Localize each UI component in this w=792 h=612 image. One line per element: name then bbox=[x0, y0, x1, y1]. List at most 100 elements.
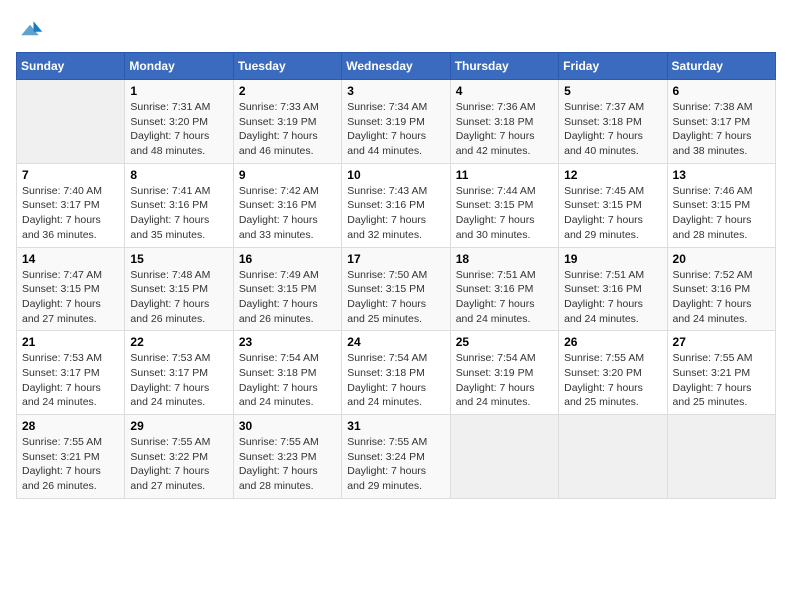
day-cell: 17 Sunrise: 7:50 AM Sunset: 3:15 PM Dayli… bbox=[342, 247, 450, 331]
day-number: 28 bbox=[22, 419, 119, 433]
day-detail: Sunrise: 7:55 AM Sunset: 3:21 PM Dayligh… bbox=[22, 435, 119, 494]
column-header-wednesday: Wednesday bbox=[342, 53, 450, 80]
day-number: 18 bbox=[456, 252, 553, 266]
day-cell: 1Sunrise: 7:31 AM Sunset: 3:20 PM Daylig… bbox=[125, 80, 233, 164]
day-detail: Sunrise: 7:55 AM Sunset: 3:20 PM Dayligh… bbox=[564, 351, 661, 410]
day-cell: 8 Sunrise: 7:41 AM Sunset: 3:16 PM Daylig… bbox=[125, 163, 233, 247]
day-cell: 12 Sunrise: 7:45 AM Sunset: 3:15 PM Dayli… bbox=[559, 163, 667, 247]
day-cell: 14 Sunrise: 7:47 AM Sunset: 3:15 PM Dayli… bbox=[17, 247, 125, 331]
day-number: 24 bbox=[347, 335, 444, 349]
day-detail: Sunrise: 7:51 AM Sunset: 3:16 PM Dayligh… bbox=[564, 268, 661, 327]
day-cell: 22 Sunrise: 7:53 AM Sunset: 3:17 PM Dayli… bbox=[125, 331, 233, 415]
day-cell: 7Sunrise: 7:40 AM Sunset: 3:17 PM Daylig… bbox=[17, 163, 125, 247]
day-number: 12 bbox=[564, 168, 661, 182]
day-cell bbox=[17, 80, 125, 164]
day-detail: Sunrise: 7:41 AM Sunset: 3:16 PM Dayligh… bbox=[130, 184, 227, 243]
day-number: 29 bbox=[130, 419, 227, 433]
day-detail: Sunrise: 7:55 AM Sunset: 3:21 PM Dayligh… bbox=[673, 351, 770, 410]
day-number: 2 bbox=[239, 84, 336, 98]
day-cell: 25 Sunrise: 7:54 AM Sunset: 3:19 PM Dayli… bbox=[450, 331, 558, 415]
day-cell: 9 Sunrise: 7:42 AM Sunset: 3:16 PM Daylig… bbox=[233, 163, 341, 247]
day-number: 11 bbox=[456, 168, 553, 182]
day-cell bbox=[559, 415, 667, 499]
day-detail: Sunrise: 7:55 AM Sunset: 3:24 PM Dayligh… bbox=[347, 435, 444, 494]
day-detail: Sunrise: 7:48 AM Sunset: 3:15 PM Dayligh… bbox=[130, 268, 227, 327]
day-detail: Sunrise: 7:45 AM Sunset: 3:15 PM Dayligh… bbox=[564, 184, 661, 243]
day-number: 10 bbox=[347, 168, 444, 182]
day-detail: Sunrise: 7:50 AM Sunset: 3:15 PM Dayligh… bbox=[347, 268, 444, 327]
day-detail: Sunrise: 7:55 AM Sunset: 3:23 PM Dayligh… bbox=[239, 435, 336, 494]
day-cell: 10 Sunrise: 7:43 AM Sunset: 3:16 PM Dayli… bbox=[342, 163, 450, 247]
day-detail: Sunrise: 7:42 AM Sunset: 3:16 PM Dayligh… bbox=[239, 184, 336, 243]
day-cell bbox=[450, 415, 558, 499]
day-cell: 11 Sunrise: 7:44 AM Sunset: 3:15 PM Dayli… bbox=[450, 163, 558, 247]
day-detail: Sunrise: 7:36 AM Sunset: 3:18 PM Dayligh… bbox=[456, 100, 553, 159]
logo-icon bbox=[16, 16, 44, 44]
day-detail: Sunrise: 7:38 AM Sunset: 3:17 PM Dayligh… bbox=[673, 100, 770, 159]
day-cell: 27 Sunrise: 7:55 AM Sunset: 3:21 PM Dayli… bbox=[667, 331, 775, 415]
day-cell: 31 Sunrise: 7:55 AM Sunset: 3:24 PM Dayli… bbox=[342, 415, 450, 499]
day-number: 9 bbox=[239, 168, 336, 182]
day-cell: 4 Sunrise: 7:36 AM Sunset: 3:18 PM Daylig… bbox=[450, 80, 558, 164]
day-detail: Sunrise: 7:43 AM Sunset: 3:16 PM Dayligh… bbox=[347, 184, 444, 243]
day-cell: 18 Sunrise: 7:51 AM Sunset: 3:16 PM Dayli… bbox=[450, 247, 558, 331]
day-number: 22 bbox=[130, 335, 227, 349]
day-number: 6 bbox=[673, 84, 770, 98]
day-cell: 3Sunrise: 7:34 AM Sunset: 3:19 PM Daylig… bbox=[342, 80, 450, 164]
day-detail: Sunrise: 7:37 AM Sunset: 3:18 PM Dayligh… bbox=[564, 100, 661, 159]
day-detail: Sunrise: 7:54 AM Sunset: 3:18 PM Dayligh… bbox=[347, 351, 444, 410]
day-detail: Sunrise: 7:53 AM Sunset: 3:17 PM Dayligh… bbox=[130, 351, 227, 410]
page-header bbox=[16, 16, 776, 44]
day-cell: 26 Sunrise: 7:55 AM Sunset: 3:20 PM Dayli… bbox=[559, 331, 667, 415]
day-number: 25 bbox=[456, 335, 553, 349]
column-header-saturday: Saturday bbox=[667, 53, 775, 80]
day-cell: 19 Sunrise: 7:51 AM Sunset: 3:16 PM Dayli… bbox=[559, 247, 667, 331]
column-header-sunday: Sunday bbox=[17, 53, 125, 80]
day-detail: Sunrise: 7:55 AM Sunset: 3:22 PM Dayligh… bbox=[130, 435, 227, 494]
week-row-5: 28 Sunrise: 7:55 AM Sunset: 3:21 PM Dayli… bbox=[17, 415, 776, 499]
day-detail: Sunrise: 7:52 AM Sunset: 3:16 PM Dayligh… bbox=[673, 268, 770, 327]
header-row: SundayMondayTuesdayWednesdayThursdayFrid… bbox=[17, 53, 776, 80]
day-number: 4 bbox=[456, 84, 553, 98]
day-detail: Sunrise: 7:51 AM Sunset: 3:16 PM Dayligh… bbox=[456, 268, 553, 327]
day-number: 21 bbox=[22, 335, 119, 349]
day-detail: Sunrise: 7:33 AM Sunset: 3:19 PM Dayligh… bbox=[239, 100, 336, 159]
day-detail: Sunrise: 7:47 AM Sunset: 3:15 PM Dayligh… bbox=[22, 268, 119, 327]
week-row-3: 14 Sunrise: 7:47 AM Sunset: 3:15 PM Dayli… bbox=[17, 247, 776, 331]
day-number: 5 bbox=[564, 84, 661, 98]
day-cell: 20 Sunrise: 7:52 AM Sunset: 3:16 PM Dayli… bbox=[667, 247, 775, 331]
day-number: 8 bbox=[130, 168, 227, 182]
column-header-thursday: Thursday bbox=[450, 53, 558, 80]
day-number: 23 bbox=[239, 335, 336, 349]
day-cell: 30Sunrise: 7:55 AM Sunset: 3:23 PM Dayli… bbox=[233, 415, 341, 499]
day-detail: Sunrise: 7:34 AM Sunset: 3:19 PM Dayligh… bbox=[347, 100, 444, 159]
column-header-friday: Friday bbox=[559, 53, 667, 80]
week-row-2: 7Sunrise: 7:40 AM Sunset: 3:17 PM Daylig… bbox=[17, 163, 776, 247]
calendar-table: SundayMondayTuesdayWednesdayThursdayFrid… bbox=[16, 52, 776, 499]
day-cell: 15Sunrise: 7:48 AM Sunset: 3:15 PM Dayli… bbox=[125, 247, 233, 331]
day-cell bbox=[667, 415, 775, 499]
day-detail: Sunrise: 7:53 AM Sunset: 3:17 PM Dayligh… bbox=[22, 351, 119, 410]
day-detail: Sunrise: 7:49 AM Sunset: 3:15 PM Dayligh… bbox=[239, 268, 336, 327]
logo bbox=[16, 16, 48, 44]
week-row-4: 21 Sunrise: 7:53 AM Sunset: 3:17 PM Dayli… bbox=[17, 331, 776, 415]
day-number: 19 bbox=[564, 252, 661, 266]
day-cell: 5 Sunrise: 7:37 AM Sunset: 3:18 PM Daylig… bbox=[559, 80, 667, 164]
day-number: 13 bbox=[673, 168, 770, 182]
day-number: 31 bbox=[347, 419, 444, 433]
day-detail: Sunrise: 7:40 AM Sunset: 3:17 PM Dayligh… bbox=[22, 184, 119, 243]
day-number: 27 bbox=[673, 335, 770, 349]
day-cell: 21 Sunrise: 7:53 AM Sunset: 3:17 PM Dayli… bbox=[17, 331, 125, 415]
day-number: 20 bbox=[673, 252, 770, 266]
day-number: 14 bbox=[22, 252, 119, 266]
day-detail: Sunrise: 7:44 AM Sunset: 3:15 PM Dayligh… bbox=[456, 184, 553, 243]
day-number: 16 bbox=[239, 252, 336, 266]
column-header-tuesday: Tuesday bbox=[233, 53, 341, 80]
week-row-1: 1Sunrise: 7:31 AM Sunset: 3:20 PM Daylig… bbox=[17, 80, 776, 164]
column-header-monday: Monday bbox=[125, 53, 233, 80]
day-number: 26 bbox=[564, 335, 661, 349]
day-cell: 29 Sunrise: 7:55 AM Sunset: 3:22 PM Dayli… bbox=[125, 415, 233, 499]
day-detail: Sunrise: 7:54 AM Sunset: 3:19 PM Dayligh… bbox=[456, 351, 553, 410]
day-number: 17 bbox=[347, 252, 444, 266]
day-cell: 28 Sunrise: 7:55 AM Sunset: 3:21 PM Dayli… bbox=[17, 415, 125, 499]
